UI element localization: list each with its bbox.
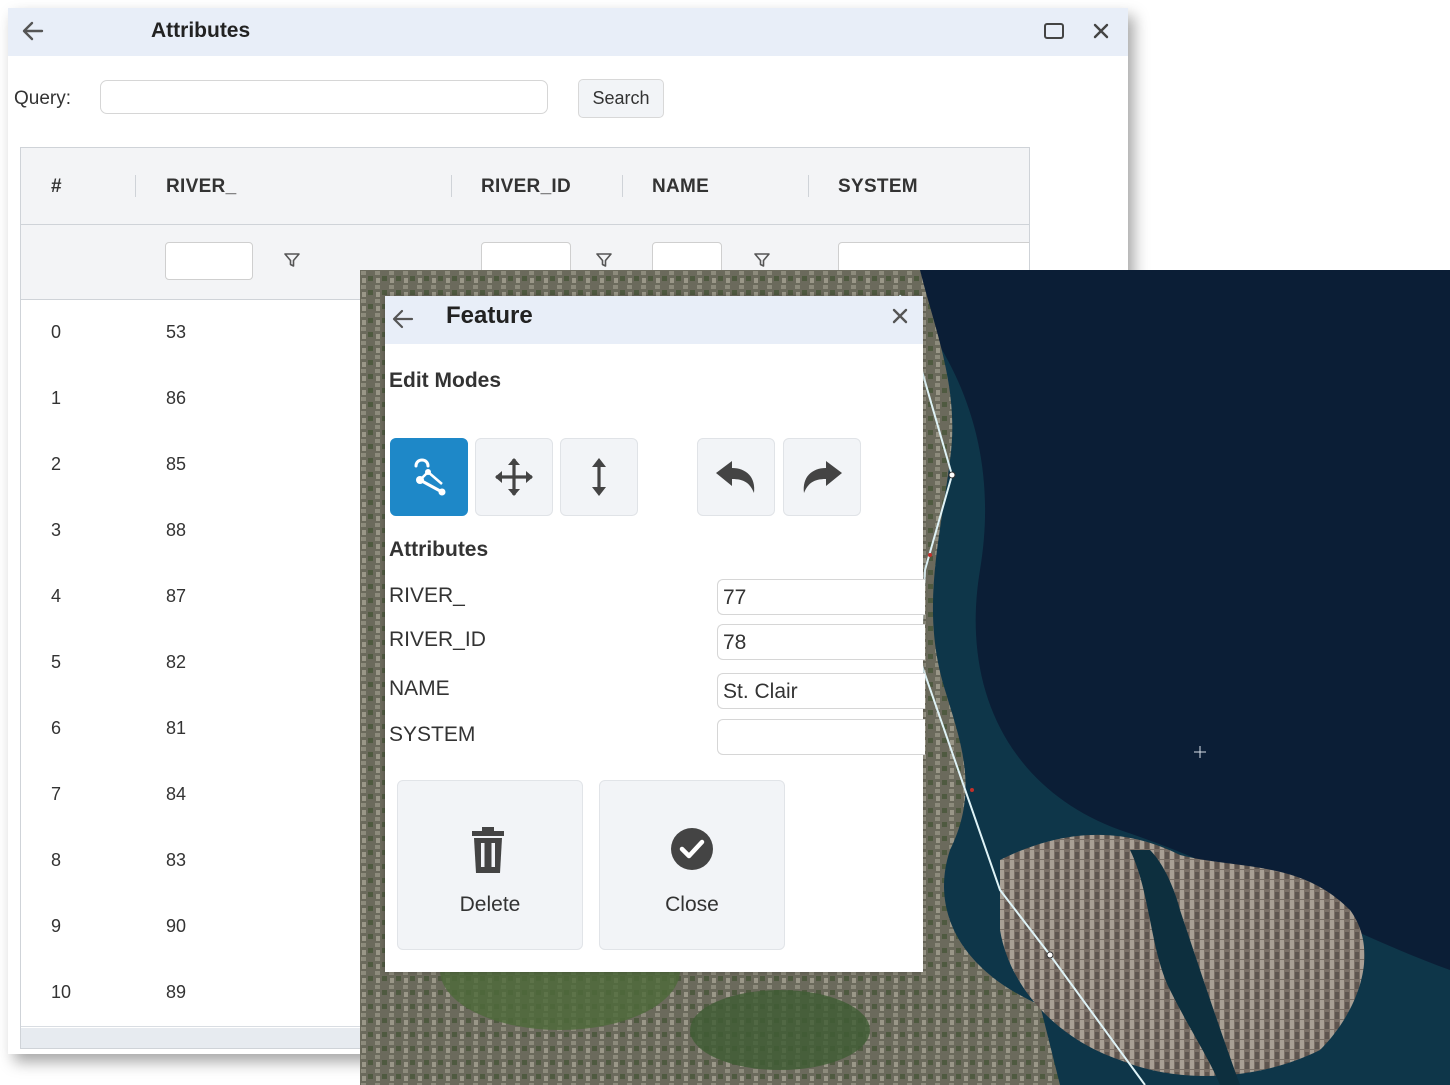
row-river: 88 [166, 520, 187, 540]
name-field[interactable]: St. Clair [717, 673, 925, 709]
row-river: 82 [166, 652, 187, 672]
feature-panel: Feature Edit Modes Attributes RIVER_ 77 … [385, 296, 925, 972]
field-label-name: NAME [389, 677, 450, 700]
move-tool-button[interactable] [475, 438, 553, 516]
row-index: 4 [51, 586, 62, 606]
row-river: 83 [166, 850, 187, 870]
feature-titlebar: Feature [385, 296, 923, 344]
filter-icon[interactable] [753, 251, 771, 269]
grid-header: # RIVER_ RIVER_ID NAME SYSTEM [21, 148, 1029, 225]
row-river: 81 [166, 718, 187, 738]
system-field[interactable] [717, 719, 925, 755]
reshape-tool-button[interactable] [390, 438, 468, 516]
arrow-left-icon[interactable] [20, 18, 46, 44]
move-icon [495, 458, 533, 496]
filter-icon[interactable] [283, 251, 301, 269]
undo-icon [716, 461, 755, 493]
vertical-resize-icon [592, 458, 606, 496]
river-id-field[interactable]: 78 [717, 624, 925, 660]
column-header-river[interactable]: RIVER_ [166, 176, 236, 198]
row-index: 5 [51, 652, 62, 672]
column-header-index[interactable]: # [51, 176, 62, 198]
field-label-river-id: RIVER_ID [389, 628, 486, 651]
row-index: 2 [51, 454, 62, 474]
close-icon[interactable] [890, 306, 910, 326]
search-button[interactable]: Search [578, 79, 664, 118]
column-header-river-id[interactable]: RIVER_ID [481, 176, 571, 198]
row-index: 10 [51, 982, 72, 1002]
check-circle-icon [671, 828, 713, 870]
column-divider[interactable] [135, 175, 136, 197]
close-button[interactable]: Close [599, 780, 785, 950]
arrow-left-icon[interactable] [390, 306, 416, 332]
maximize-icon[interactable] [1043, 22, 1065, 40]
edit-modes-heading: Edit Modes [389, 369, 502, 392]
row-index: 7 [51, 784, 62, 804]
row-river: 89 [166, 982, 187, 1002]
row-index: 8 [51, 850, 62, 870]
redo-button[interactable] [783, 438, 861, 516]
vertical-resize-tool-button[interactable] [560, 438, 638, 516]
row-river: 90 [166, 916, 187, 936]
row-index: 9 [51, 916, 62, 936]
redo-icon [803, 461, 842, 493]
feature-title: Feature [446, 302, 533, 329]
column-header-name[interactable]: NAME [652, 176, 709, 198]
row-river: 87 [166, 586, 187, 606]
column-divider[interactable] [808, 175, 809, 197]
field-label-river: RIVER_ [389, 584, 465, 607]
query-input[interactable] [100, 80, 548, 114]
row-river: 86 [166, 388, 187, 408]
row-index: 3 [51, 520, 62, 540]
row-index: 0 [51, 322, 62, 342]
attributes-titlebar: Attributes [8, 8, 1128, 56]
column-divider[interactable] [451, 175, 452, 197]
trash-icon [472, 827, 504, 873]
row-river: 85 [166, 454, 187, 474]
undo-button[interactable] [697, 438, 775, 516]
river-field[interactable]: 77 [717, 579, 925, 615]
query-label: Query: [14, 88, 72, 109]
close-label: Close [665, 893, 719, 916]
river-filter-input[interactable] [165, 242, 253, 280]
delete-label: Delete [459, 893, 521, 916]
delete-button[interactable]: Delete [397, 780, 583, 950]
row-index: 6 [51, 718, 62, 738]
filter-icon[interactable] [595, 251, 613, 269]
row-river: 53 [166, 322, 187, 342]
row-index: 1 [51, 388, 62, 408]
reshape-icon [414, 458, 446, 496]
attributes-heading: Attributes [389, 538, 489, 561]
window-title: Attributes [151, 19, 251, 42]
column-divider[interactable] [622, 175, 623, 197]
column-header-system[interactable]: SYSTEM [838, 176, 918, 198]
row-river: 84 [166, 784, 187, 804]
close-icon[interactable] [1090, 20, 1112, 42]
field-label-system: SYSTEM [389, 723, 476, 746]
